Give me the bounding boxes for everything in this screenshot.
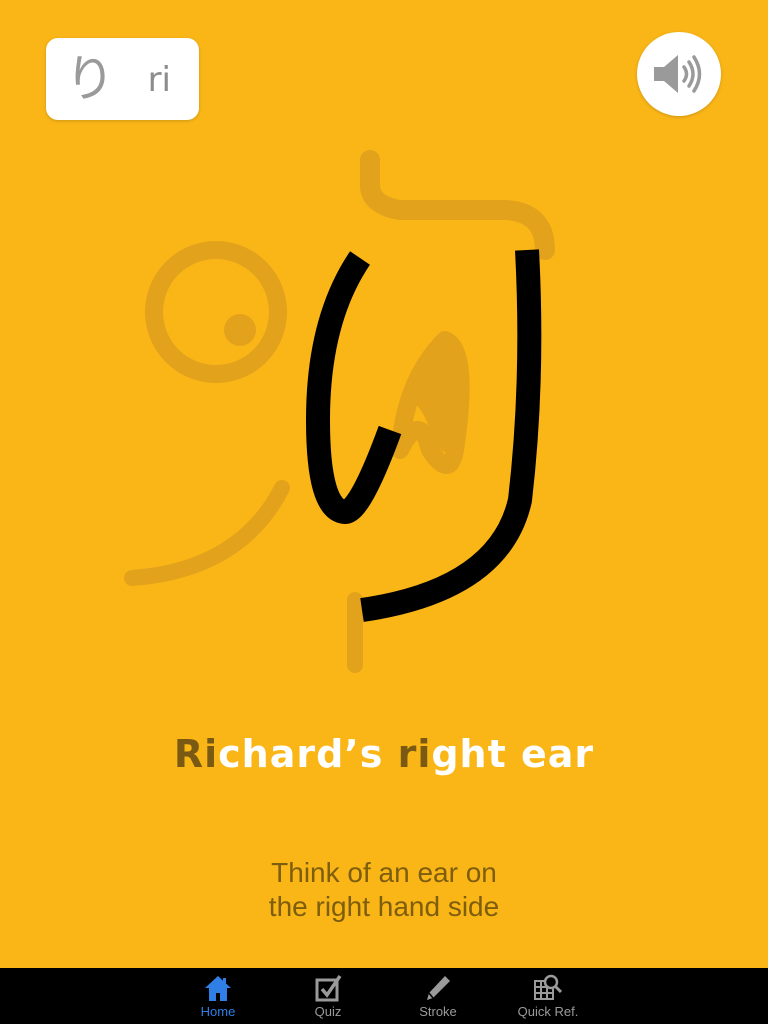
tab-home[interactable]: Home [173,968,263,1024]
mnemonic-text-2: ght ear [431,732,595,776]
mnemonic-highlight-1: Ri [173,732,219,776]
tab-home-label: Home [200,1004,236,1019]
eye-pupil [224,314,256,346]
play-sound-button[interactable] [637,32,721,116]
pencil-icon [427,976,450,1000]
romaji-label: ri [147,60,171,100]
mnemonic-illustration [124,150,555,673]
tab-quiz[interactable]: Quiz [283,968,373,1024]
speaker-icon [654,55,702,93]
hint-line-2: the right hand side [268,891,500,922]
kana-card[interactable]: り ri [46,38,199,120]
tab-quick-ref[interactable]: Quick Ref. [503,968,593,1024]
checkbox-icon [315,975,342,1002]
tab-quick-ref-label: Quick Ref. [517,1004,579,1019]
mnemonic-text-1: chard’s [218,732,398,776]
home-icon [205,976,231,1001]
grid-search-icon [534,974,563,1000]
hint-line-1: Think of an ear on [271,857,497,888]
mnemonic-highlight-2: ri [397,732,432,776]
mnemonic-phrase: Richard’s right ear [0,726,768,782]
face-outline [124,150,555,673]
hint-text: Think of an ear on the right hand side [184,856,584,924]
tab-stroke-label: Stroke [419,1004,457,1019]
kana-character: り [65,50,115,108]
tab-stroke[interactable]: Stroke [393,968,483,1024]
tab-quiz-label: Quiz [314,1004,342,1019]
tab-bar: Home Quiz Stroke Quick Ref. [0,968,768,1024]
